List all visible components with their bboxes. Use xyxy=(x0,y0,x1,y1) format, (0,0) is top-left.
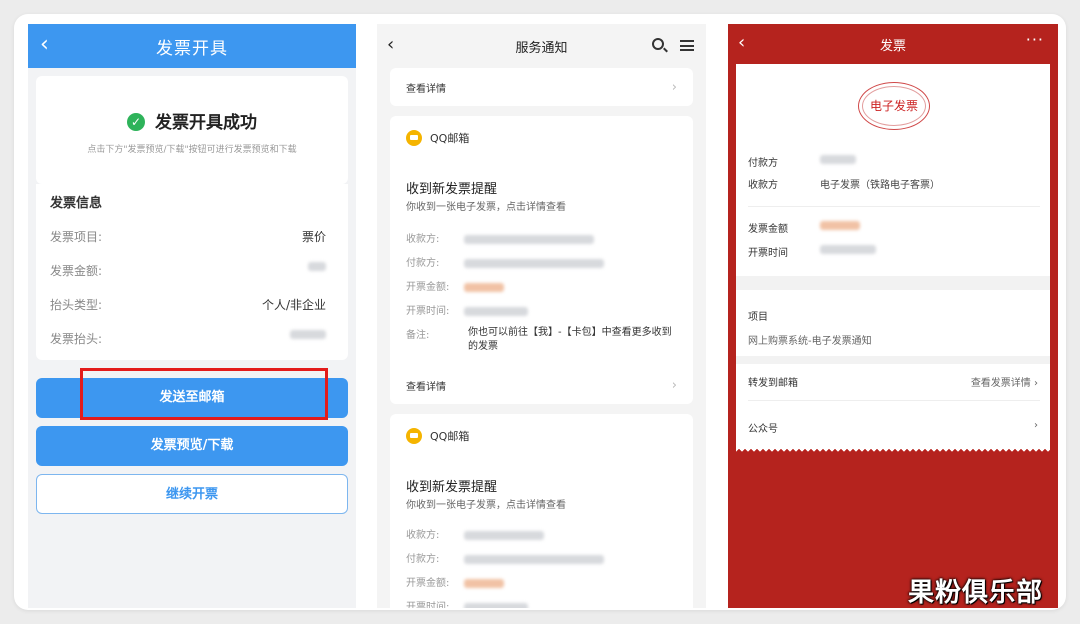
row-title-type: 抬头类型: 个人/非企业 xyxy=(50,298,326,312)
section-separator xyxy=(736,356,1050,364)
service-notification-screen: ‹ 服务通知 查看详情 › QQ邮箱 收到新发票提醒 你收到一张电子发票，点击详情… xyxy=(377,24,706,608)
check-icon: ✓ xyxy=(127,113,145,131)
blurred-value xyxy=(464,602,528,608)
divider xyxy=(748,206,1040,207)
page-title: 发票 xyxy=(879,38,906,54)
blurred-value xyxy=(820,220,860,230)
blurred-value xyxy=(464,554,604,564)
paper-edge xyxy=(736,448,1050,454)
payee-row: 收款方: xyxy=(406,526,686,541)
forward-to-email-row[interactable]: 转发到邮箱 查看发票详情 › xyxy=(748,374,1038,389)
row-item: 发票项目: 票价 xyxy=(50,230,326,244)
continue-issue-button[interactable]: 继续开票 xyxy=(36,474,348,514)
success-card: ✓ 发票开具成功 点击下方"发票预览/下载"按钮可进行发票预览和下载 xyxy=(36,76,348,184)
blurred-value xyxy=(464,306,528,316)
blurred-value xyxy=(464,530,544,540)
back-icon[interactable]: ‹ xyxy=(387,36,394,54)
blurred-value xyxy=(464,282,504,292)
payee-row: 收款方: xyxy=(406,230,686,245)
sender: QQ邮箱 xyxy=(406,428,469,444)
invoice-issue-screen: ‹ 发票开具 ✓ 发票开具成功 点击下方"发票预览/下载"按钮可进行发票预览和下载… xyxy=(28,24,356,608)
search-icon[interactable] xyxy=(652,38,664,50)
divider xyxy=(748,400,1040,401)
official-account-row[interactable]: 公众号 › xyxy=(748,420,1038,435)
amount-row: 开票金额: xyxy=(406,278,686,293)
header: ‹ 发票开具 xyxy=(28,24,356,68)
chevron-right-icon: › xyxy=(671,377,677,393)
notification-card[interactable]: QQ邮箱 收到新发票提醒 你收到一张电子发票，点击详情查看 收款方: 付款方: … xyxy=(390,116,693,404)
item-value: 网上购票系统-电子发票通知 xyxy=(748,336,872,347)
sender: QQ邮箱 xyxy=(406,130,469,146)
note-row: 备注: 你也可以前往【我】-【卡包】中查看更多收到的发票 xyxy=(406,327,672,352)
invoice-detail-screen: ‹ 发票 ··· 电子发票 付款方 收款方 电子发票（铁路电子客票） 发票金额 开… xyxy=(728,24,1058,608)
view-detail-link[interactable]: 查看详情 › xyxy=(390,68,693,106)
qq-mail-icon xyxy=(406,428,422,444)
payer-row: 付款方: xyxy=(406,550,686,565)
payee-row: 收款方 电子发票（铁路电子客票） xyxy=(748,180,940,191)
menu-icon[interactable] xyxy=(680,40,694,51)
blurred-value xyxy=(820,154,856,164)
notification-title: 收到新发票提醒 xyxy=(406,480,498,495)
watermark: 果粉俱乐部 xyxy=(908,578,1044,608)
header: ‹ 发票 ··· xyxy=(728,24,1058,64)
time-row: 开票时间: xyxy=(406,302,686,317)
notification-subtitle: 你收到一张电子发票，点击详情查看 xyxy=(406,500,566,511)
view-detail-link[interactable]: 查看详情 › xyxy=(390,374,693,396)
page-title: 服务通知 xyxy=(515,40,568,56)
invoice-info-card: 发票信息 发票项目: 票价 发票金额: 抬头类型: 个人/非企业 发票抬头: xyxy=(36,184,348,360)
row-header: 发票抬头: xyxy=(50,330,326,347)
hint-text: 点击下方"发票预览/下载"按钮可进行发票预览和下载 xyxy=(87,145,297,155)
blurred-value xyxy=(464,234,594,244)
notification-subtitle: 你收到一张电子发票，点击详情查看 xyxy=(406,202,566,213)
item-label: 项目 xyxy=(748,312,768,323)
detail-card[interactable]: 查看详情 › xyxy=(390,68,693,106)
preview-download-button[interactable]: 发票预览/下载 xyxy=(36,426,348,466)
blurred-value xyxy=(464,258,604,268)
chevron-right-icon: › xyxy=(671,79,677,95)
highlight-box xyxy=(80,368,328,420)
amount-row: 发票金额 xyxy=(748,220,860,235)
amount-row: 开票金额: xyxy=(406,574,686,589)
invoice-paper: 电子发票 付款方 收款方 电子发票（铁路电子客票） 发票金额 开票时间 项目 网上… xyxy=(736,64,1050,448)
blurred-value xyxy=(308,262,326,271)
qq-mail-icon xyxy=(406,130,422,146)
e-invoice-stamp: 电子发票 xyxy=(858,82,930,130)
time-row: 开票时间 xyxy=(748,244,876,259)
payer-row: 付款方 xyxy=(748,154,856,169)
section-title: 发票信息 xyxy=(50,196,103,211)
payer-row: 付款方: xyxy=(406,254,686,269)
back-icon[interactable]: ‹ xyxy=(40,32,49,58)
back-icon[interactable]: ‹ xyxy=(738,32,745,53)
blurred-value xyxy=(464,578,504,588)
time-row: 开票时间: xyxy=(406,598,686,608)
row-amount: 发票金额: xyxy=(50,262,326,279)
success-message: ✓ 发票开具成功 xyxy=(36,108,348,133)
more-icon[interactable]: ··· xyxy=(1026,30,1044,49)
blurred-value xyxy=(290,330,326,339)
section-separator xyxy=(736,276,1050,290)
view-invoice-detail-link[interactable]: 查看发票详情 › xyxy=(971,374,1038,389)
notification-title: 收到新发票提醒 xyxy=(406,182,498,197)
notification-card[interactable]: QQ邮箱 收到新发票提醒 你收到一张电子发票，点击详情查看 收款方: 付款方: … xyxy=(390,414,693,608)
header: ‹ 服务通知 xyxy=(377,24,706,68)
page-title: 发票开具 xyxy=(156,38,228,59)
blurred-value xyxy=(820,244,876,254)
chevron-right-icon: › xyxy=(1034,420,1038,431)
